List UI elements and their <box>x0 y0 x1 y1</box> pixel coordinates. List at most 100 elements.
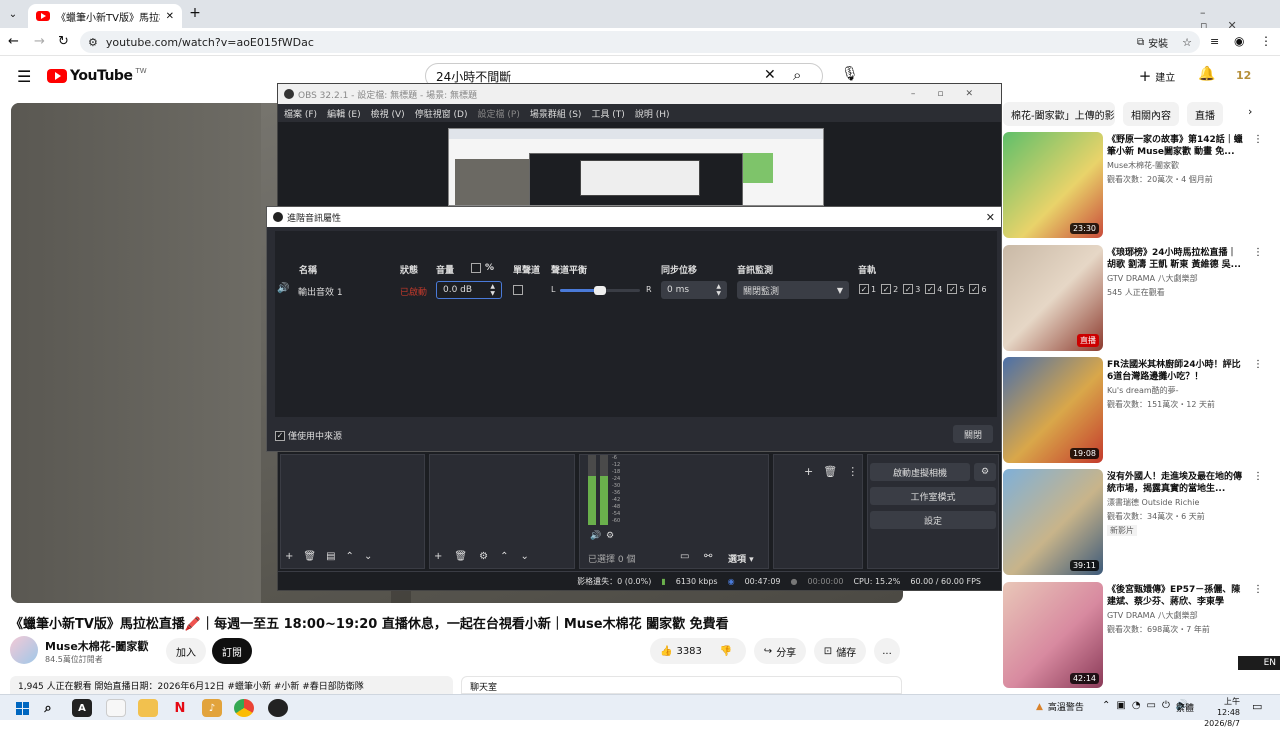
more-options-icon[interactable]: ⋮ <box>1253 471 1263 482</box>
netflix-icon[interactable]: N <box>170 699 190 717</box>
obs-preview[interactable] <box>448 128 824 206</box>
move-up-icon[interactable]: ⌃ <box>346 551 354 562</box>
menu-help[interactable]: 說明 (H) <box>635 107 670 120</box>
dialog-close-icon[interactable]: ✕ <box>986 211 995 224</box>
back-icon[interactable]: ← <box>8 34 19 49</box>
music-app-icon[interactable]: ♪ <box>202 699 222 717</box>
options-dropdown[interactable]: 選項 ▾ <box>728 552 754 565</box>
share-button[interactable]: ↪ 分享 <box>754 638 806 664</box>
more-options-icon[interactable]: ⋮ <box>1253 247 1263 258</box>
track-4-checkbox[interactable]: ✓ <box>925 284 936 294</box>
source-down-icon[interactable]: ⌄ <box>520 551 528 562</box>
chrome-menu-icon[interactable]: ⋮ <box>1260 34 1272 48</box>
language-indicator[interactable]: EN <box>1238 656 1280 670</box>
microphone-icon[interactable]: 🎙 <box>841 66 859 82</box>
add-source-icon[interactable]: + <box>434 551 442 562</box>
reading-list-icon[interactable]: ≡ <box>1210 35 1219 48</box>
start-icon[interactable] <box>12 699 32 717</box>
tab-close-icon[interactable]: ✕ <box>166 11 174 22</box>
sync-offset-input[interactable]: 0 ms ▲ ▼ <box>661 281 727 299</box>
dislike-icon[interactable]: 👎 <box>720 646 732 657</box>
sources-dock[interactable]: + 🗑 ⚙ ⌃ ⌄ <box>429 454 575 569</box>
subscribe-button[interactable]: 訂閱 <box>212 638 252 664</box>
sync-spin-icon[interactable]: ▲ ▼ <box>716 283 721 297</box>
obs-taskbar-icon[interactable] <box>268 699 288 717</box>
transition-menu-icon[interactable]: ⋮ <box>847 465 858 478</box>
virtual-camera-settings-icon[interactable]: ⚙ <box>974 463 996 481</box>
active-only-checkbox[interactable]: ✓ <box>275 430 285 441</box>
clock[interactable]: 上午 12:48 2026/8/7 <box>1202 696 1240 729</box>
track-1-checkbox[interactable]: ✓ <box>859 284 869 294</box>
studio-mode-button[interactable]: 工作室模式 <box>870 487 996 505</box>
obs-window-controls[interactable]: –▫✕ <box>911 89 995 99</box>
recommendation-item[interactable]: 23:30 《野原一家の故事》第142話｜蠟筆小新 Muse闔家歡 動畫 免..… <box>1003 132 1273 238</box>
menu-profile[interactable]: 設定檔 (P) <box>478 107 520 120</box>
forward-icon[interactable]: → <box>34 34 45 49</box>
description-box[interactable]: 1,945 人正在觀看 開始直播日期：2026年6月12日 #蠟筆小新 #小新 … <box>10 676 453 694</box>
create-button[interactable]: + 建立 <box>1128 63 1186 89</box>
audio-mixer-dock[interactable]: -6 -12 -18 -24 -30 -36 -42 -48 -54 -60 🔊 ⚙ 已選擇 0 … <box>579 454 769 569</box>
ime-indicator[interactable]: 繁體 <box>1176 701 1194 714</box>
profile-icon[interactable]: ◉ <box>1234 34 1244 48</box>
recommendation-item[interactable]: 19:08 FR法國米其林廚師24小時！評比6道台灣路邊攤小吃？！ Ku's d… <box>1003 357 1273 463</box>
source-up-icon[interactable]: ⌃ <box>500 551 508 562</box>
search-icon[interactable]: ⌕ <box>793 66 801 84</box>
add-transition-icon[interactable]: + <box>804 465 813 478</box>
menu-scene-collection[interactable]: 場景群組 (S) <box>530 107 582 120</box>
monitor-select[interactable]: 關閉監測 ▼ <box>737 281 849 299</box>
clear-search-icon[interactable]: ✕ <box>764 67 776 83</box>
search-taskbar-icon[interactable]: ⌕ <box>38 699 58 717</box>
tab-search-icon[interactable]: ⌄ <box>6 7 20 21</box>
install-button[interactable]: ⧉ 安裝 <box>1137 35 1168 50</box>
reload-icon[interactable]: ↻ <box>58 34 69 49</box>
menu-docks[interactable]: 停駐視窗 (D) <box>415 107 468 120</box>
add-scene-icon[interactable]: + <box>285 551 293 562</box>
source-properties-icon[interactable]: ⚙ <box>479 551 488 562</box>
track-2-checkbox[interactable]: ✓ <box>881 284 892 294</box>
menu-edit[interactable]: 編輯 (E) <box>327 107 361 120</box>
heat-warning[interactable]: ▲ 高溫警告 <box>1036 700 1084 714</box>
balance-handle[interactable] <box>594 286 606 295</box>
notification-count[interactable]: 12 <box>1236 69 1251 82</box>
remove-transition-icon[interactable]: 🗑 <box>823 465 837 478</box>
app-icon[interactable]: A <box>72 699 92 717</box>
mixer-menu-icon[interactable]: ⚙ <box>606 531 614 541</box>
channel-avatar[interactable] <box>10 636 38 664</box>
chip-related[interactable]: 相關內容 <box>1123 102 1179 126</box>
more-options-icon[interactable]: ⋮ <box>1253 134 1263 145</box>
file-explorer-icon[interactable] <box>138 699 158 717</box>
recommendation-item[interactable]: 39:11 沒有外國人！走進埃及最在地的傳統市場，揭露真實的當地生... 漂書瑞… <box>1003 469 1273 575</box>
browser-tab[interactable]: 《蠟筆小新TV版》馬拉松直 ✕ <box>28 4 182 28</box>
remove-scene-icon[interactable]: 🗑 <box>303 551 316 562</box>
save-button[interactable]: ⊡ 儲存 <box>814 638 866 664</box>
start-virtual-camera-button[interactable]: 啟動虛擬相機 <box>870 463 970 481</box>
col-percent[interactable]: % <box>471 263 494 273</box>
link-icon[interactable]: ⚯ <box>704 551 712 562</box>
layout-icon[interactable]: ▭ <box>680 551 689 562</box>
menu-file[interactable]: 檔案 (F) <box>284 107 317 120</box>
close-button[interactable]: 關閉 <box>953 425 993 443</box>
volume-spin-icon[interactable]: ▲ ▼ <box>490 283 495 297</box>
menu-tools[interactable]: 工具 (T) <box>591 107 624 120</box>
join-button[interactable]: 加入 <box>166 638 206 664</box>
scene-filter-icon[interactable]: ▤ <box>326 551 335 562</box>
site-info-icon[interactable]: ⚙ <box>88 36 98 49</box>
percent-checkbox[interactable] <box>471 263 481 273</box>
hamburger-menu-icon[interactable]: ☰ <box>17 67 31 86</box>
track-3-checkbox[interactable]: ✓ <box>903 284 914 294</box>
move-down-icon[interactable]: ⌄ <box>364 551 372 562</box>
like-count[interactable]: 3383 <box>676 646 701 657</box>
mixer-volume-icon[interactable]: 🔊 <box>590 531 601 541</box>
youtube-logo[interactable]: YouTube TW <box>47 67 147 84</box>
more-options-icon[interactable]: ⋮ <box>1253 584 1263 595</box>
transitions-dock[interactable]: + 🗑 ⋮ <box>773 454 863 569</box>
mono-checkbox[interactable] <box>513 285 523 295</box>
settings-button[interactable]: 設定 <box>870 511 996 529</box>
chip-live[interactable]: 直播 <box>1187 102 1223 126</box>
active-only-toggle[interactable]: ✓ 僅使用中來源 <box>275 429 342 442</box>
bookmark-star-icon[interactable]: ☆ <box>1182 36 1192 49</box>
more-options-icon[interactable]: ⋮ <box>1253 359 1263 370</box>
chips-next-icon[interactable]: › <box>1248 105 1252 118</box>
recommendation-item[interactable]: 42:14 《後宮甄嬛傳》EP57－孫儷、陳建斌、蔡少芬、蔣欣、李東學 GTV … <box>1003 582 1273 688</box>
more-actions-button[interactable]: ... <box>874 638 900 664</box>
